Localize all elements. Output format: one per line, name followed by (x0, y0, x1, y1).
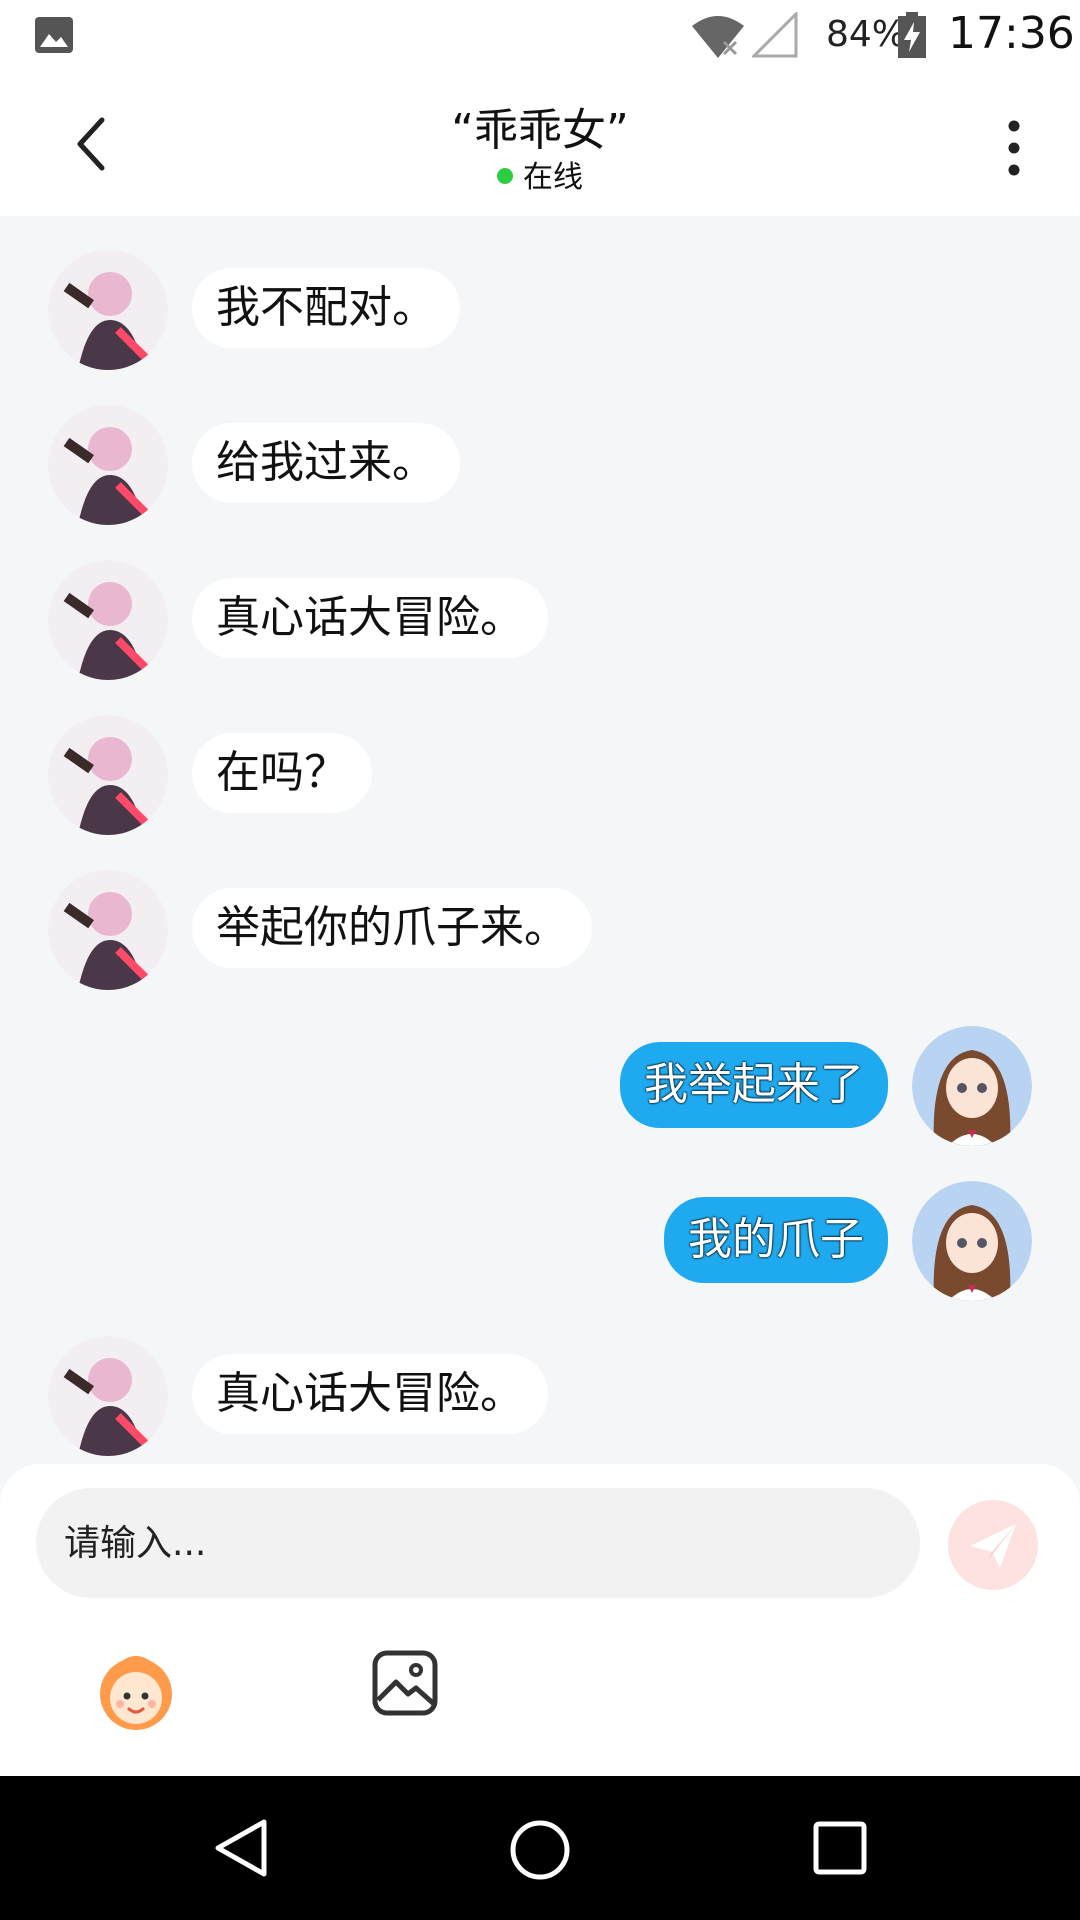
message-bubble[interactable]: 在吗？ (192, 733, 372, 813)
emoji-icon[interactable] (92, 1646, 180, 1734)
nav-recent-icon[interactable] (812, 1820, 868, 1876)
online-status-label: 在线 (523, 160, 583, 195)
message-input[interactable] (36, 1488, 920, 1598)
message-bubble[interactable]: 真心话大冒险。 (192, 578, 548, 658)
image-icon[interactable] (372, 1650, 438, 1716)
battery-icon (898, 12, 926, 58)
battery-percent: 84% (826, 14, 907, 55)
avatar[interactable] (48, 405, 168, 525)
contact-name: “乖乖女” (451, 105, 629, 156)
message-bubble[interactable]: 我的爪子 (664, 1197, 888, 1283)
avatar[interactable] (912, 1026, 1032, 1146)
avatar[interactable] (48, 250, 168, 370)
message-bubble[interactable]: 我举起来了 (620, 1042, 888, 1128)
nav-home-icon[interactable] (508, 1818, 572, 1882)
avatar[interactable] (912, 1181, 1032, 1301)
chat-header: “乖乖女” 在线 (0, 72, 1080, 216)
online-dot (497, 167, 513, 184)
message-bubble[interactable]: 给我过来。 (192, 423, 460, 503)
more-vertical-icon[interactable] (996, 118, 1032, 178)
send-icon (970, 1524, 1016, 1568)
online-status: 在线 (0, 152, 1080, 196)
clock: 17:36 (948, 8, 1075, 59)
message-bubble[interactable]: 举起你的爪子来。 (192, 888, 592, 968)
avatar[interactable] (48, 870, 168, 990)
wifi-icon (692, 16, 744, 58)
send-button[interactable] (948, 1500, 1038, 1590)
avatar[interactable] (48, 715, 168, 835)
gallery-icon (35, 17, 73, 53)
message-bubble[interactable]: 我不配对。 (192, 268, 460, 348)
status-bar: 84% 17:36 (0, 0, 1080, 72)
nav-back-icon[interactable] (212, 1818, 272, 1878)
signal-icon (752, 12, 798, 58)
system-nav-bar (0, 1776, 1080, 1920)
chat-messages: 我不配对。 给我过来。 真心话大冒险。 在吗？ 举起你的爪子来。 我举起来了 我… (0, 216, 1080, 1466)
avatar[interactable] (48, 1336, 168, 1456)
composer (0, 1464, 1080, 1776)
avatar[interactable] (48, 560, 168, 680)
message-bubble[interactable]: 真心话大冒险。 (192, 1354, 548, 1434)
